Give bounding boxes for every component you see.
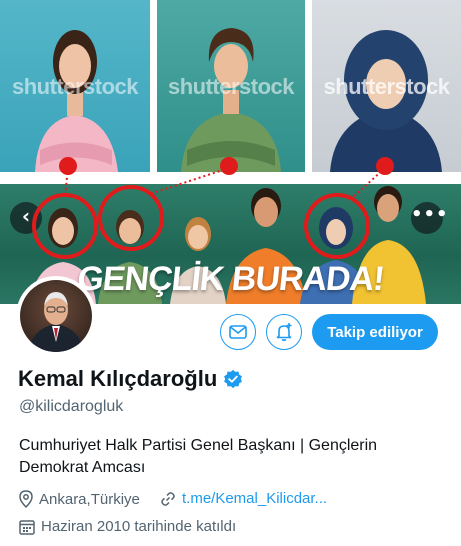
- calendar-icon: [19, 519, 35, 535]
- notifications-button[interactable]: [266, 314, 302, 350]
- profile-name: Kemal Kılıçdaroğlu: [18, 366, 218, 391]
- mail-icon: [229, 325, 247, 339]
- stock-photo-man: shutterstock: [157, 0, 305, 172]
- profile-avatar[interactable]: [16, 276, 96, 356]
- location-text: Ankara,Türkiye: [39, 490, 140, 508]
- avatar-photo: [20, 280, 92, 352]
- verified-badge-icon: [224, 369, 243, 389]
- profile-handle: @kilicdarogluk: [19, 398, 124, 415]
- watermark-text: shutterstock: [11, 74, 139, 99]
- stock-photo-woman-headscarf: shutterstock: [312, 0, 461, 172]
- location-pin-icon: [19, 490, 33, 508]
- stock-photo-woman: shutterstock: [0, 0, 150, 172]
- profile-location: Ankara,Türkiye: [19, 490, 140, 508]
- profile-bio: Cumhuriyet Halk Partisi Genel Başkanı | …: [19, 437, 378, 476]
- bell-plus-icon: [276, 323, 292, 342]
- website-link-text[interactable]: t.me/Kemal_Kilicdar...: [182, 490, 327, 507]
- link-icon: [161, 491, 175, 506]
- back-button[interactable]: ‹: [10, 202, 42, 234]
- profile-name-row: Kemal Kılıçdaroğlu: [18, 366, 243, 392]
- following-button[interactable]: Takip ediliyor: [312, 314, 438, 350]
- more-options-button[interactable]: •••: [411, 202, 448, 234]
- watermark-text: shutterstock: [167, 74, 295, 99]
- profile-website[interactable]: t.me/Kemal_Kilicdar...: [160, 490, 327, 507]
- watermark-text: shutterstock: [323, 74, 450, 99]
- join-date-text: Haziran 2010 tarihinde katıldı: [41, 518, 237, 535]
- more-icon: •••: [411, 204, 449, 225]
- profile-join-date: Haziran 2010 tarihinde katıldı: [19, 518, 236, 535]
- message-button[interactable]: [220, 314, 256, 350]
